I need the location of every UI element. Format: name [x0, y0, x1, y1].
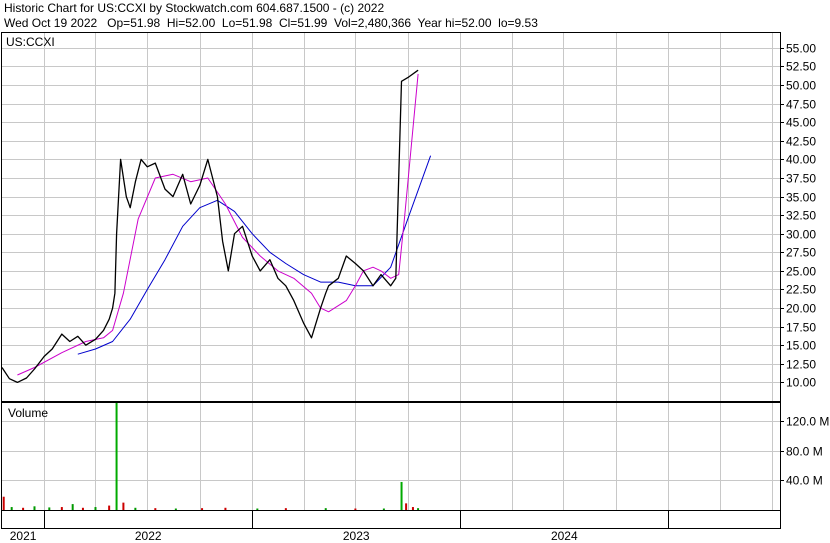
y-tick-label: 12.50 — [786, 358, 816, 372]
volume-bar — [33, 506, 36, 510]
volume-tick-label: 80.0 M — [786, 445, 823, 459]
volume-bar — [201, 508, 204, 510]
stock-chart: 10.00 12.50 15.00 17.50 20.00 22.50 25.00 27.50… — [1, 32, 829, 543]
y-tick-label: 17.50 — [786, 321, 816, 335]
x-tick-label: 2021 — [10, 529, 37, 543]
volume-bar — [22, 507, 25, 510]
volume-bar — [400, 481, 403, 510]
volume-bar — [81, 507, 84, 510]
volume-tick-label: 120.0 M — [786, 415, 829, 429]
y-tick-label: 27.50 — [786, 246, 816, 260]
volume-bar — [405, 503, 408, 510]
volume-bar — [174, 508, 177, 510]
y-tick-label: 25.00 — [786, 265, 816, 279]
x-tick-label: 2023 — [343, 529, 370, 543]
y-tick-label: 37.50 — [786, 172, 816, 186]
volume-bar — [115, 403, 118, 510]
volume-bar — [154, 508, 157, 510]
y-tick-labels: 10.00 12.50 15.00 17.50 20.00 22.50 25.00 27.50… — [780, 42, 829, 488]
volume-bar — [417, 508, 420, 510]
y-tick-label: 15.00 — [786, 339, 816, 353]
volume-bar — [108, 505, 111, 510]
volume-bar — [256, 508, 259, 510]
volume-bar — [382, 508, 385, 510]
price-panel-frame — [1, 32, 781, 402]
x-tick-label: 2022 — [135, 529, 162, 543]
volume-bar — [134, 507, 137, 510]
y-tick-label: 55.00 — [786, 42, 816, 56]
y-tick-label: 10.00 — [786, 376, 816, 390]
volume-grid — [2, 403, 780, 510]
volume-panel-frame — [1, 402, 781, 511]
y-tick-label: 50.00 — [786, 79, 816, 93]
volume-bar — [71, 504, 74, 510]
volume-bar — [122, 502, 125, 510]
y-tick-label: 40.00 — [786, 153, 816, 167]
volume-bar — [354, 508, 357, 510]
x-axis-frame — [1, 510, 781, 529]
volume-bar — [94, 507, 97, 510]
volume-bar — [284, 508, 287, 510]
price-panel-title: US:CCXI — [6, 35, 55, 49]
volume-bar — [324, 508, 327, 510]
chart-root: Historic Chart for US:CCXI by Stockwatch… — [0, 0, 830, 543]
volume-bar — [411, 507, 414, 510]
x-axis: 2021 2022 2023 2024 — [10, 511, 669, 543]
volume-bar — [60, 507, 63, 510]
volume-bar — [2, 496, 5, 510]
y-tick-label: 32.50 — [786, 209, 816, 223]
y-tick-label: 35.00 — [786, 191, 816, 205]
volume-bars — [2, 403, 420, 510]
volume-tick-label: 40.0 M — [786, 474, 823, 488]
volume-bar — [48, 507, 51, 510]
y-tick-label: 52.50 — [786, 60, 816, 74]
x-tick-label: 2024 — [551, 529, 578, 543]
y-tick-label: 47.50 — [786, 98, 816, 112]
y-tick-label: 45.00 — [786, 116, 816, 130]
volume-bar — [224, 507, 227, 510]
price-grid — [2, 33, 780, 401]
y-tick-label: 42.50 — [786, 135, 816, 149]
y-tick-label: 30.00 — [786, 228, 816, 242]
price-lines — [1, 69, 432, 384]
y-tick-label: 20.00 — [786, 302, 816, 316]
volume-panel-title: Volume — [8, 406, 48, 420]
series-line-ma-short — [17, 73, 419, 376]
y-tick-label: 22.50 — [786, 283, 816, 297]
volume-bar — [10, 507, 13, 510]
